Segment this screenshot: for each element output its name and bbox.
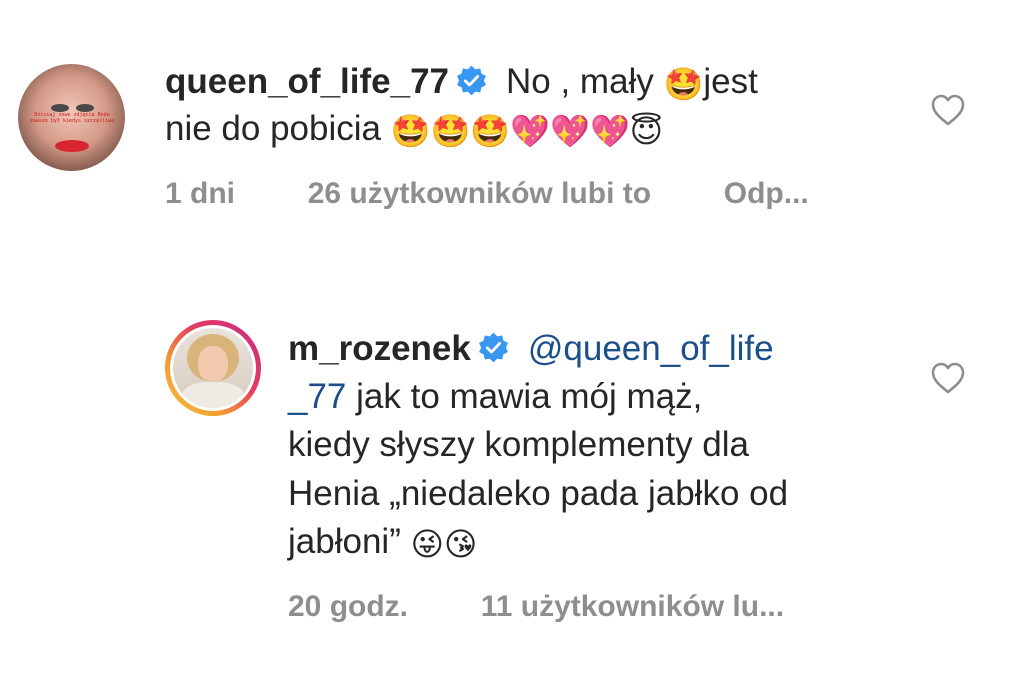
avatar-body (181, 382, 245, 408)
avatar-lips (55, 140, 89, 152)
comment-text: kiedy słyszy komplementy dla (288, 425, 749, 464)
avatar-eye-left (51, 104, 69, 112)
avatar-m-rozenek[interactable] (173, 328, 253, 408)
comment2-line-4: Henia „niedaleko pada jabłko od (288, 470, 788, 517)
comment-meta: 1 dni 26 użytkowników lubi to Odp... (165, 174, 809, 214)
comment-queen-of-life: Dzisiaj nowe zdjęcia Bede zawsze był kie… (0, 0, 1024, 250)
username[interactable]: m_rozenek (288, 329, 471, 368)
heart-icon[interactable] (930, 361, 966, 395)
emoji-group: 😜😘 (410, 525, 478, 563)
mention-link[interactable]: @queen_of_life (528, 329, 774, 368)
comment-text: jabłoni” (288, 522, 401, 561)
avatar-eye-right (76, 104, 94, 112)
verified-badge-icon (478, 332, 508, 363)
comment-text: jak to mawia mój mąż, (356, 377, 703, 416)
verified-badge-icon (457, 65, 486, 96)
avatar-watermark: Dzisiaj nowe zdjęcia Bede zawsze był kie… (29, 112, 115, 124)
comment-time: 1 dni (165, 177, 236, 210)
avatar-face (198, 346, 228, 382)
comment-text: Henia „niedaleko pada jabłko od (288, 474, 789, 513)
comment2-meta: 20 godz. 11 użytkowników lu... (288, 587, 784, 627)
comment2-line-5: jabłoni” 😜😘 (288, 518, 477, 565)
comment-line-1: queen_of_life_77 No , mały 🤩jest (165, 58, 758, 105)
likes-count-link[interactable]: 26 użytkowników lubi to (308, 177, 651, 210)
comment-text: nie do pobicia (165, 109, 381, 148)
emoji-group: 🤩🤩🤩💖💖💖😇 (390, 112, 664, 150)
comment2-line-1: m_rozenek @queen_of_life (288, 325, 774, 372)
comment2-line-3: kiedy słyszy komplementy dla (288, 421, 749, 468)
likes-count-link[interactable]: 11 użytkowników lu... (481, 590, 784, 623)
comment-line-2: nie do pobicia 🤩🤩🤩💖💖💖😇 (165, 105, 663, 152)
comment-text-cont: jest (703, 62, 758, 101)
reply-button[interactable]: Odp... (724, 177, 809, 210)
comment-time: 20 godz. (288, 590, 409, 623)
username[interactable]: queen_of_life_77 (165, 62, 449, 101)
star-eyes-emoji: 🤩 (663, 65, 704, 103)
heart-icon[interactable] (930, 93, 966, 127)
avatar-queen-of-life[interactable]: Dzisiaj nowe zdjęcia Bede zawsze był kie… (18, 64, 125, 171)
comment-text: No , mały (506, 62, 654, 101)
comment2-line-2: _77 jak to mawia mój mąż, (288, 373, 702, 420)
mention-link-cont[interactable]: _77 (288, 377, 346, 416)
